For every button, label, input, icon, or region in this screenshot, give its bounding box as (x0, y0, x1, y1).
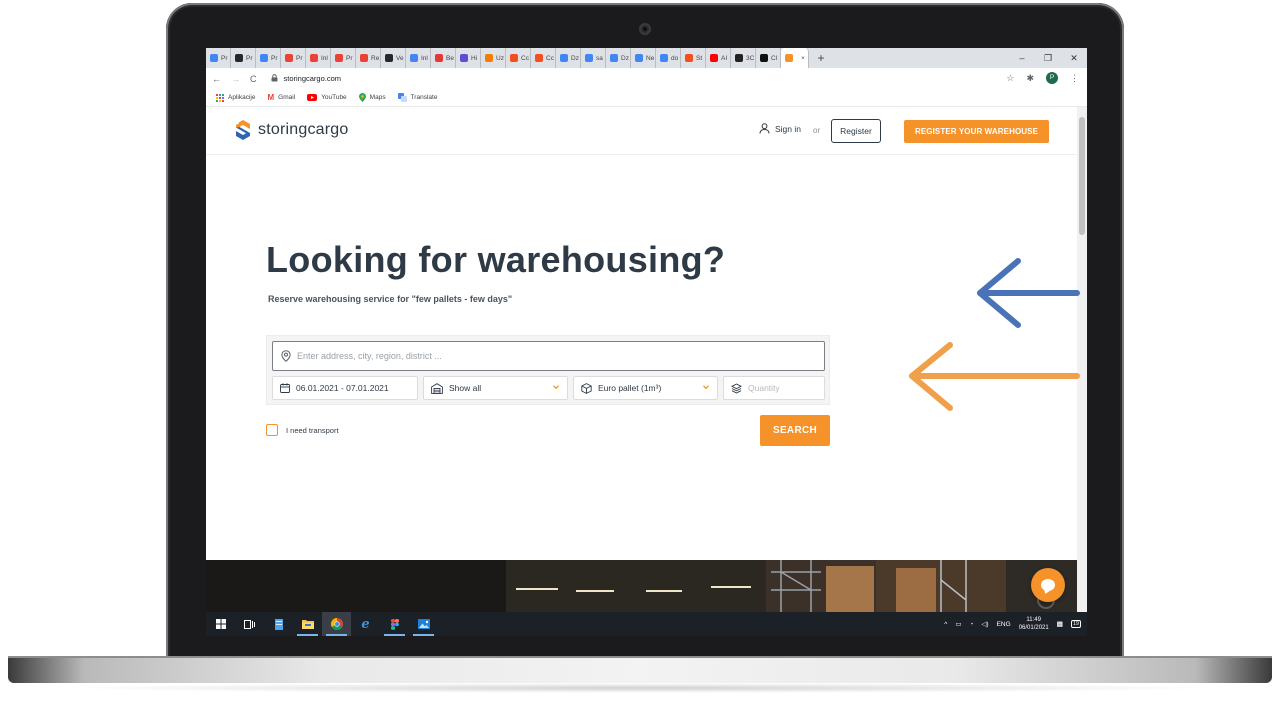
stage: Pr Pr Pr Pr Inl Pr Re Ve Inl Be Hi Uz Cc Cc Dz sa Dz Ne do… (0, 0, 1280, 714)
orange-arrow-icon (909, 342, 1080, 411)
annotation-arrows (909, 258, 1080, 411)
blue-arrow-icon (977, 258, 1080, 328)
